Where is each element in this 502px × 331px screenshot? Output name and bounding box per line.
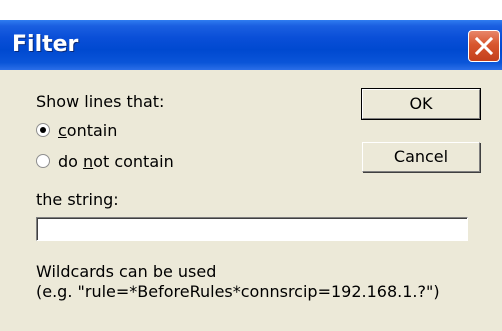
dialog-title: Filter	[12, 32, 79, 57]
radio-contain-label[interactable]: contain	[58, 121, 117, 141]
filter-dialog: Filter Show lines that: contain do not c…	[0, 20, 502, 331]
hint-line-2: (e.g. "rule=*BeforeRules*connsrcip=192.1…	[36, 282, 440, 301]
close-button[interactable]	[468, 30, 500, 62]
radio-contain-button[interactable]	[36, 123, 50, 137]
filter-string-input[interactable]	[36, 217, 468, 241]
cancel-button[interactable]: Cancel	[362, 142, 480, 172]
string-label: the string:	[36, 190, 119, 209]
show-lines-label: Show lines that:	[36, 92, 165, 111]
radio-not-contain-label[interactable]: do not contain	[58, 152, 174, 172]
hint-line-1: Wildcards can be used	[36, 262, 217, 281]
radio-not-contain-button[interactable]	[36, 154, 50, 168]
title-bar[interactable]: Filter	[0, 20, 502, 70]
ok-button[interactable]: OK	[361, 88, 481, 120]
